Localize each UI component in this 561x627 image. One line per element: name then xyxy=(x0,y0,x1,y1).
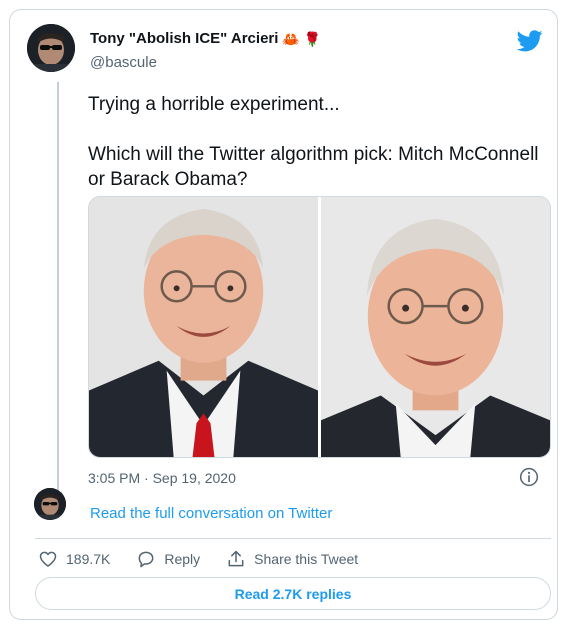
like-button[interactable]: 189.7K xyxy=(38,549,110,569)
tweet-body: Trying a horrible experiment... Which wi… xyxy=(88,92,548,192)
tweet-text-line-2: Which will the Twitter algorithm pick: M… xyxy=(88,144,539,190)
thread-line xyxy=(57,82,59,495)
author-display-name[interactable]: Tony "Abolish ICE" Arcieri xyxy=(90,30,278,47)
author-avatar[interactable] xyxy=(27,24,75,72)
action-bar: 189.7K Reply Share this Tweet xyxy=(38,548,384,570)
portrait-image-1 xyxy=(89,197,318,457)
twitter-bird-icon[interactable] xyxy=(517,30,543,52)
profile-avatar-icon xyxy=(27,24,75,72)
author-name-row[interactable]: Tony "Abolish ICE" Arcieri 🦀 🌹 xyxy=(90,30,321,47)
like-count: 189.7K xyxy=(66,551,111,567)
info-icon[interactable] xyxy=(519,467,539,487)
read-conversation-link[interactable]: Read the full conversation on Twitter xyxy=(90,505,332,522)
read-replies-button[interactable]: Read 2.7K replies xyxy=(35,577,551,610)
tweet-card: Tony "Abolish ICE" Arcieri 🦀 🌹 @bascule … xyxy=(9,9,558,620)
share-button[interactable]: Share this Tweet xyxy=(226,549,358,569)
tweet-photo-1[interactable] xyxy=(89,197,318,457)
tweet-photo-2[interactable] xyxy=(321,197,550,457)
rose-emoji: 🌹 xyxy=(303,30,322,47)
portrait-image-2 xyxy=(321,197,550,457)
crab-emoji: 🦀 xyxy=(282,30,300,47)
author-handle[interactable]: @bascule xyxy=(90,54,157,71)
tweet-timestamp[interactable]: 3:05 PM · Sep 19, 2020 xyxy=(88,470,236,486)
share-label: Share this Tweet xyxy=(254,551,359,567)
share-upload-icon xyxy=(228,550,244,567)
divider xyxy=(35,538,551,539)
tweet-text-line-1: Trying a horrible experiment... xyxy=(88,94,340,115)
conversation-avatar[interactable] xyxy=(34,488,66,520)
reply-bubble-icon xyxy=(138,551,154,568)
heart-icon xyxy=(39,551,57,567)
profile-avatar-icon xyxy=(34,488,66,520)
reply-button[interactable]: Reply xyxy=(136,549,200,569)
reply-label: Reply xyxy=(164,551,201,567)
tweet-media xyxy=(88,196,551,458)
